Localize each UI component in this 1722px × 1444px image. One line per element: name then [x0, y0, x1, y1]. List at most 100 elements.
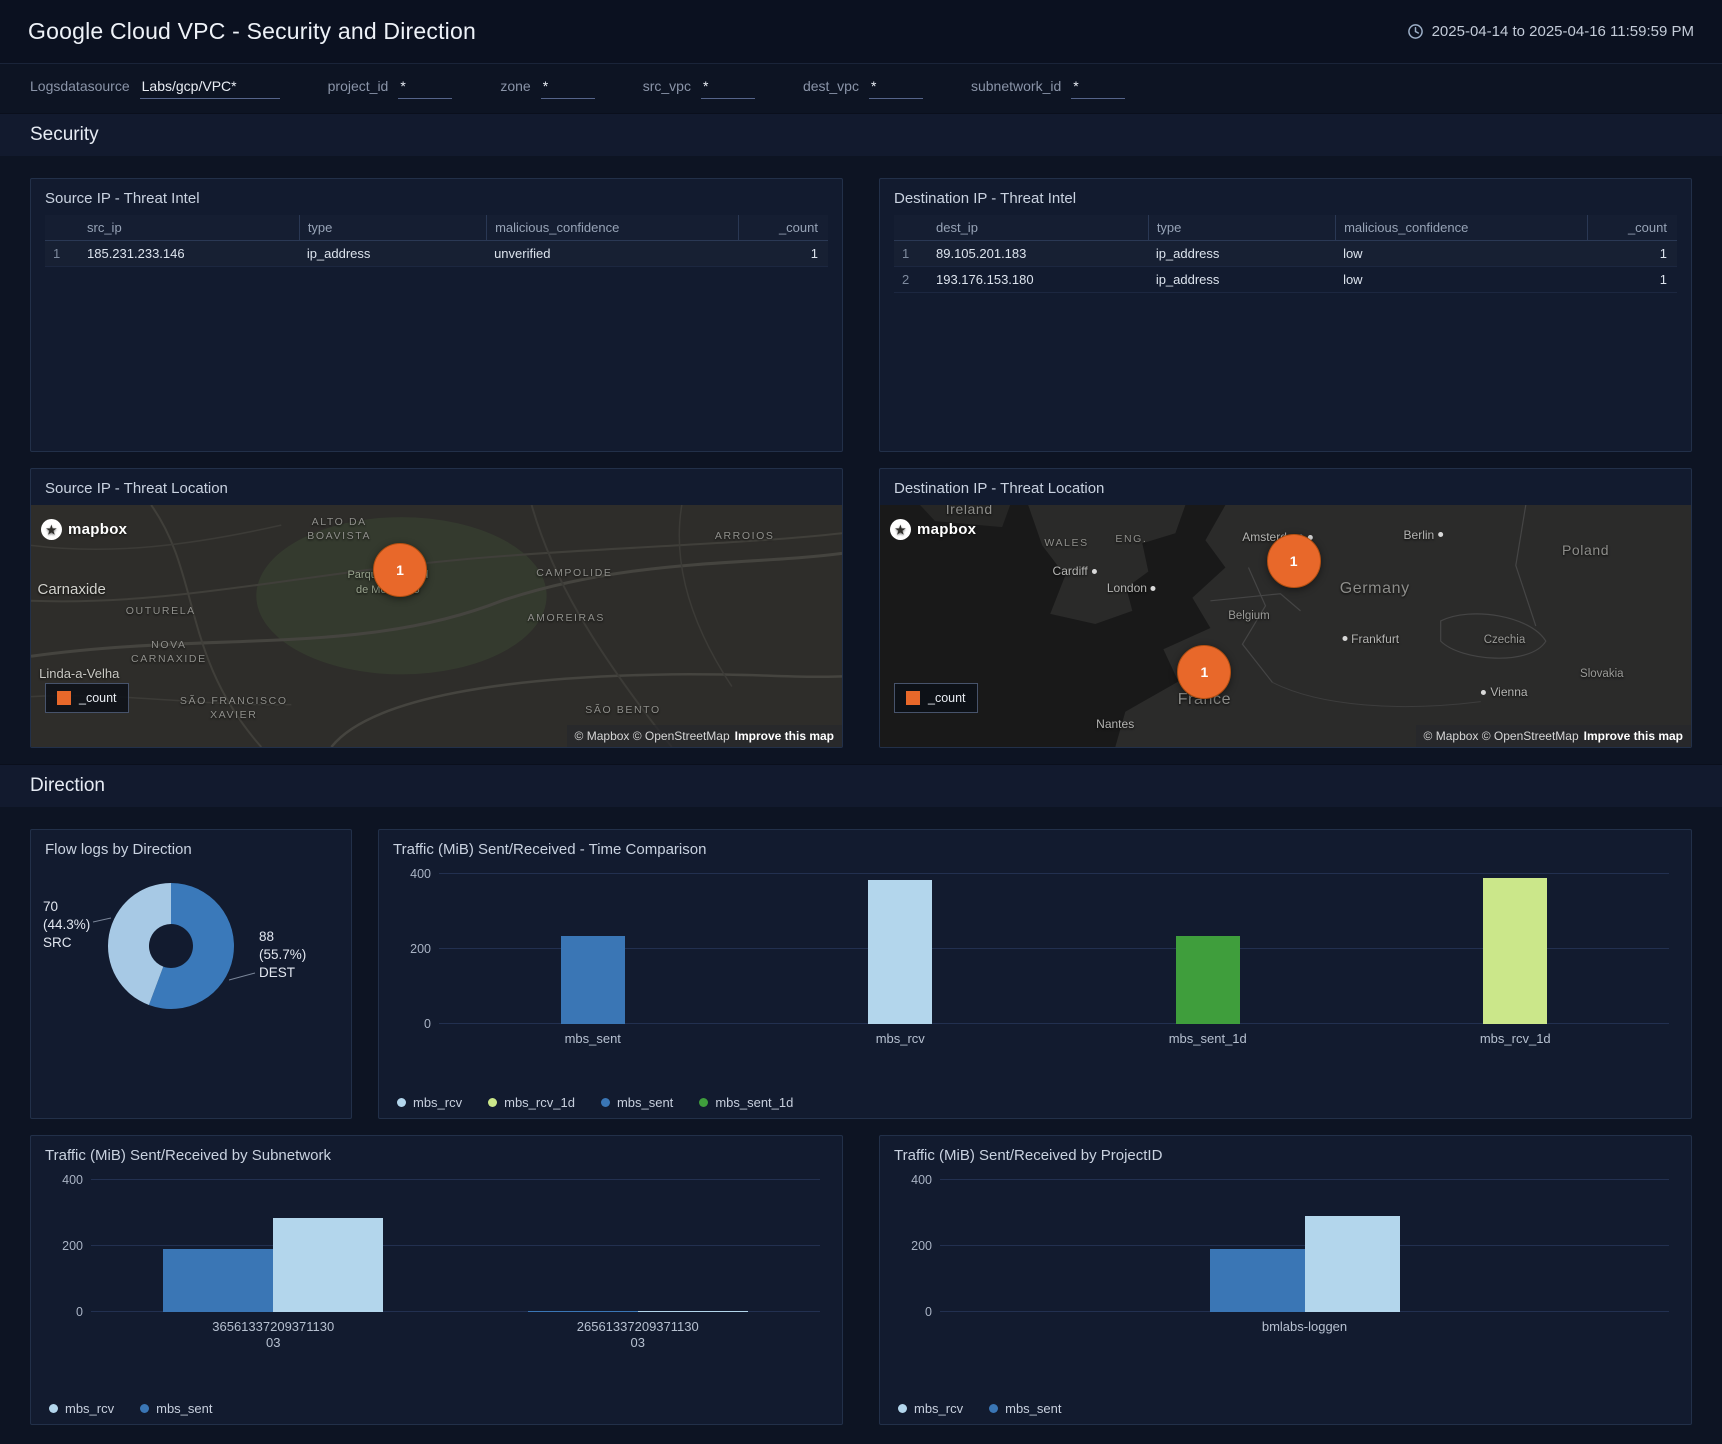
plot-area: 0200400 — [91, 1180, 820, 1312]
table-row[interactable]: 2193.176.153.180ip_addresslow1 — [894, 267, 1677, 293]
panel-title: Source IP - Threat Intel — [31, 179, 842, 215]
column-header-type[interactable]: type — [299, 215, 486, 240]
y-tick-label: 200 — [45, 1239, 83, 1253]
bar-mbs_rcv[interactable] — [868, 880, 932, 1024]
legend-item-mbs_sent[interactable]: mbs_sent — [601, 1095, 673, 1110]
chart-legend: mbs_rcv mbs_rcv_1d mbs_sent mbs_sent_1d — [393, 1083, 1673, 1110]
slice-value: 70 — [43, 898, 90, 916]
bar-mbs_sent[interactable] — [163, 1249, 273, 1312]
legend-label: _count — [79, 691, 117, 705]
filter-bar: LogsdatasourceLabs/gcp/VPC*project_id*zo… — [0, 64, 1722, 109]
filter-value-input[interactable]: * — [701, 78, 755, 99]
legend-label: mbs_rcv — [413, 1095, 462, 1110]
column-header-_count[interactable]: _count — [738, 215, 828, 240]
bar-group — [439, 874, 747, 1024]
column-header-src_ip[interactable]: src_ip — [79, 215, 299, 240]
filter-value-input[interactable]: * — [1071, 78, 1125, 99]
bar-mbs_rcv[interactable] — [1305, 1216, 1400, 1312]
count-color-swatch — [57, 691, 71, 705]
panel-time-comparison: Traffic (MiB) Sent/Received - Time Compa… — [378, 829, 1692, 1119]
legend-dot — [49, 1404, 58, 1413]
section-title: Security — [30, 124, 99, 145]
legend-item-mbs_sent[interactable]: mbs_sent — [989, 1401, 1061, 1416]
destination-threat-map[interactable]: mapbox _count © Mapbox © OpenStreetMap Im… — [880, 505, 1691, 747]
filter-src_vpc: src_vpc* — [643, 78, 755, 99]
map-attribution: © Mapbox © OpenStreetMap Improve this map — [1416, 725, 1691, 747]
bar-mbs_sent[interactable] — [561, 936, 625, 1024]
map-attribution: © Mapbox © OpenStreetMapImprove this map — [567, 725, 842, 747]
mapbox-logo[interactable]: mapbox — [41, 519, 127, 540]
bar-mbs_sent[interactable] — [1210, 1249, 1305, 1312]
category-label: mbs_rcv — [747, 1024, 1055, 1047]
time-range-label: 2025-04-14 to 2025-04-16 11:59:59 PM — [1432, 23, 1694, 40]
time-range-picker[interactable]: 2025-04-14 to 2025-04-16 11:59:59 PM — [1407, 23, 1694, 40]
column-header-type[interactable]: type — [1148, 215, 1335, 240]
bar-group — [1054, 874, 1362, 1024]
table-cell: 1 — [1587, 241, 1677, 266]
attribution-text: © Mapbox © OpenStreetMap — [1424, 729, 1579, 743]
filter-value-input[interactable]: * — [541, 78, 595, 99]
row-number: 1 — [894, 241, 928, 266]
clock-icon — [1407, 23, 1424, 40]
mapbox-logo-icon — [41, 519, 62, 540]
column-header-malicious_confidence[interactable]: malicious_confidence — [486, 215, 738, 240]
row-number-header — [45, 215, 79, 240]
bar-mbs_sent[interactable] — [528, 1311, 638, 1312]
legend-item-mbs_rcv[interactable]: mbs_rcv — [397, 1095, 462, 1110]
table-row[interactable]: 189.105.201.183ip_addresslow1 — [894, 241, 1677, 267]
slice-name: SRC — [43, 934, 90, 952]
panel-title: Flow logs by Direction — [31, 830, 351, 866]
legend-item-mbs_sent_1d[interactable]: mbs_sent_1d — [699, 1095, 793, 1110]
legend-dot — [601, 1098, 610, 1107]
filter-label: Logsdatasource — [30, 78, 130, 94]
table-cell: ip_address — [1148, 267, 1335, 292]
map-legend: _count — [894, 683, 978, 713]
filter-label: subnetwork_id — [971, 78, 1061, 94]
panel-title: Destination IP - Threat Location — [880, 469, 1691, 505]
section-header-security: Security — [0, 113, 1722, 156]
legend-item-mbs_rcv_1d[interactable]: mbs_rcv_1d — [488, 1095, 575, 1110]
legend-dot — [397, 1098, 406, 1107]
legend-dot — [699, 1098, 708, 1107]
dashboard-header: Google Cloud VPC - Security and Directio… — [0, 0, 1722, 64]
filter-value-input[interactable]: * — [398, 78, 452, 99]
legend-item-mbs_rcv[interactable]: mbs_rcv — [898, 1401, 963, 1416]
column-header-dest_ip[interactable]: dest_ip — [928, 215, 1148, 240]
improve-map-link[interactable]: Improve this map — [1584, 729, 1683, 743]
legend-label: mbs_rcv — [65, 1401, 114, 1416]
bar-mbs_rcv[interactable] — [638, 1311, 748, 1312]
column-header-malicious_confidence[interactable]: malicious_confidence — [1335, 215, 1587, 240]
column-header-_count[interactable]: _count — [1587, 215, 1677, 240]
table-cell: 1 — [1587, 267, 1677, 292]
legend-label: mbs_rcv_1d — [504, 1095, 575, 1110]
y-tick-label: 400 — [894, 1173, 932, 1187]
x-axis-labels: bmlabs-loggen — [940, 1312, 1669, 1335]
mapbox-logo[interactable]: mapbox — [890, 519, 976, 540]
filter-value-input[interactable]: * — [869, 78, 923, 99]
source-threat-intel-table: src_iptypemalicious_confidence_count 118… — [45, 215, 828, 439]
legend-item-mbs_rcv[interactable]: mbs_rcv — [49, 1401, 114, 1416]
chart-legend: mbs_rcv mbs_sent — [894, 1389, 1673, 1416]
legend-label: _count — [928, 691, 966, 705]
map-cluster-marker[interactable]: 1 — [1267, 534, 1321, 588]
legend-label: mbs_sent — [156, 1401, 212, 1416]
row-number: 1 — [45, 241, 79, 266]
chart-legend: mbs_rcv mbs_sent — [45, 1389, 824, 1416]
bar-mbs_rcv[interactable] — [273, 1218, 383, 1312]
panel-title: Traffic (MiB) Sent/Received by Subnetwor… — [31, 1136, 842, 1172]
improve-map-link[interactable]: Improve this map — [735, 729, 834, 743]
legend-item-mbs_sent[interactable]: mbs_sent — [140, 1401, 212, 1416]
source-threat-map[interactable]: mapbox _count © Mapbox © OpenStreetMapIm… — [31, 505, 842, 747]
filter-value-input[interactable]: Labs/gcp/VPC* — [140, 78, 280, 99]
bar-mbs_rcv_1d[interactable] — [1483, 878, 1547, 1024]
panel-destination-threat-location: Destination IP - Threat Location mapbox … — [879, 468, 1692, 748]
legend-label: mbs_sent — [617, 1095, 673, 1110]
map-cluster-marker[interactable]: 1 — [373, 543, 427, 597]
map-cluster-marker[interactable]: 1 — [1177, 645, 1231, 699]
category-label: 26561337209371130 03 — [456, 1312, 821, 1352]
table-row[interactable]: 1185.231.233.146ip_addressunverified1 — [45, 241, 828, 267]
filter-dest_vpc: dest_vpc* — [803, 78, 923, 99]
legend-dot — [140, 1404, 149, 1413]
bar-group — [91, 1180, 456, 1312]
bar-mbs_sent_1d[interactable] — [1176, 936, 1240, 1024]
